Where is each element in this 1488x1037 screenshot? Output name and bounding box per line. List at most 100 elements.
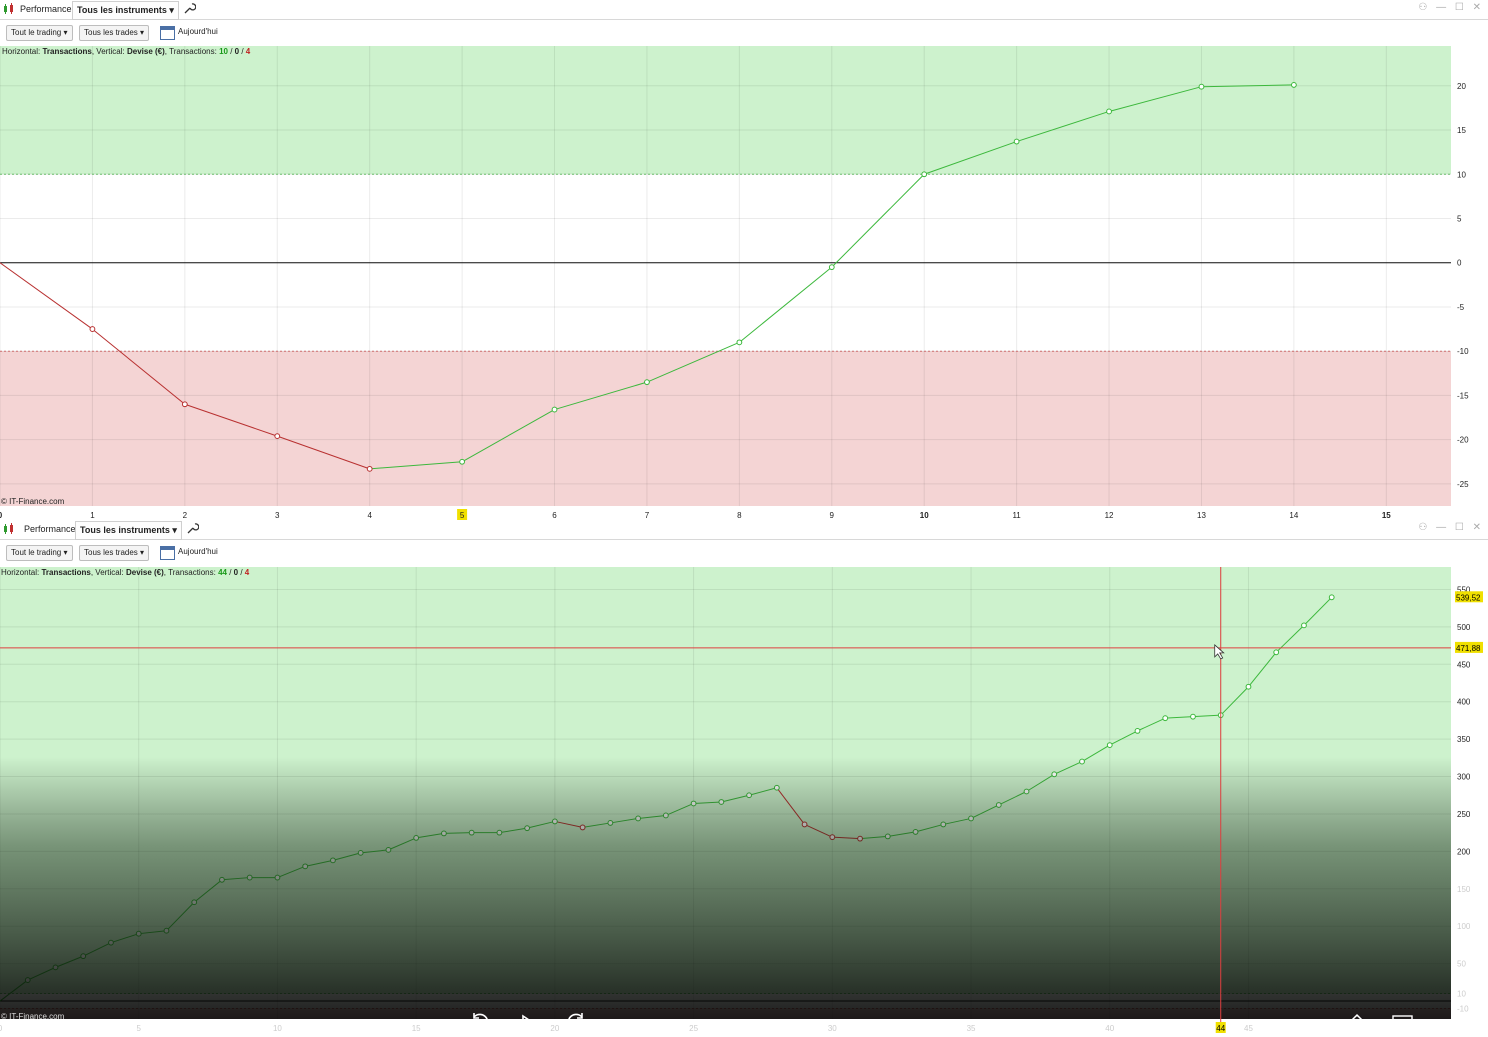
x-tick-label: 30 bbox=[828, 1024, 837, 1033]
y-tick-label: 50 bbox=[1457, 960, 1466, 969]
x-tick-label: 1 bbox=[90, 511, 95, 520]
x-tick-label: 25 bbox=[689, 1024, 698, 1033]
info-zero: 0 bbox=[234, 47, 240, 56]
x-tick-label: 20 bbox=[550, 1024, 559, 1033]
trading-filter-label: Tout le trading bbox=[11, 548, 62, 557]
chart-info-line: Horizontal: Transactions, Vertical: Devi… bbox=[2, 47, 251, 56]
y-tick-label: 20 bbox=[1457, 82, 1466, 91]
y-tick-label: -25 bbox=[1457, 480, 1469, 489]
y-value-marker-label: 539,52 bbox=[1456, 593, 1481, 602]
y-tick-label: -15 bbox=[1457, 391, 1469, 400]
y-tick-label: 100 bbox=[1457, 922, 1471, 931]
data-point bbox=[181, 401, 188, 408]
x-tick-label: 40 bbox=[1105, 1024, 1114, 1033]
pen-button[interactable] bbox=[1342, 1012, 1364, 1037]
y-tick-label: 0 bbox=[1457, 259, 1462, 268]
panel-tabbar: Performance Tous les instruments ▾ ⚇ — ☐… bbox=[0, 520, 1488, 540]
tab-performance[interactable]: Performance bbox=[16, 1, 76, 18]
equity-chart-top[interactable]: 20151050-5-10-15-20-25012345678910111213… bbox=[0, 45, 1488, 520]
x-tick-label: 5 bbox=[460, 511, 465, 520]
pip-icon bbox=[1392, 1015, 1413, 1030]
x-tick-label: 8 bbox=[737, 511, 742, 520]
trading-filter-dropdown[interactable]: Tout le trading ▾ bbox=[6, 25, 73, 41]
fade-overlay bbox=[0, 567, 1451, 1019]
x-tick-label: 35 bbox=[967, 1024, 976, 1033]
calendar-icon[interactable] bbox=[160, 26, 175, 40]
forward-seconds: 30 bbox=[569, 1020, 582, 1032]
forward-button[interactable]: 30 bbox=[566, 1012, 588, 1037]
info-zero: 0 bbox=[233, 568, 239, 577]
data-point bbox=[1290, 82, 1297, 88]
picture-in-picture-button[interactable] bbox=[1392, 1014, 1414, 1035]
panel-tabbar: Performance Tous les instruments ▾ ⚇ — ☐… bbox=[0, 0, 1488, 20]
instruments-dropdown[interactable]: Tous les instruments ▾ bbox=[75, 521, 182, 540]
data-point bbox=[1106, 108, 1112, 115]
y-axis-area bbox=[1451, 45, 1488, 520]
info-h-value: Transactions bbox=[42, 47, 92, 56]
y-tick-label: 500 bbox=[1457, 623, 1471, 632]
x-tick-label: 45 bbox=[1244, 1024, 1253, 1033]
x-tick-label: 7 bbox=[645, 511, 650, 520]
calendar-icon[interactable] bbox=[160, 546, 175, 560]
data-point bbox=[1198, 83, 1205, 90]
copyright-label: © IT-Finance.com bbox=[1, 1012, 65, 1021]
window-controls[interactable]: ⚇ — ☐ ✕ bbox=[1418, 522, 1484, 533]
trades-filter-label: Tous les trades bbox=[84, 28, 138, 37]
today-button[interactable]: Aujourd'hui bbox=[178, 545, 218, 559]
data-point bbox=[89, 326, 96, 332]
y-tick-label: 15 bbox=[1457, 126, 1466, 135]
fullscreen-button[interactable] bbox=[1440, 1012, 1462, 1037]
trades-filter-dropdown[interactable]: Tous les trades ▾ bbox=[79, 25, 150, 41]
y-tick-label: -20 bbox=[1457, 436, 1469, 445]
data-point bbox=[644, 379, 650, 386]
x-tick-label: 2 bbox=[183, 511, 188, 520]
y-tick-label: -10 bbox=[1457, 347, 1469, 356]
x-tick-label: 0 bbox=[0, 1024, 3, 1033]
info-v-prefix: Vertical: bbox=[95, 568, 124, 577]
x-tick-label: 44 bbox=[1216, 1024, 1225, 1033]
x-tick-label: 15 bbox=[1382, 511, 1391, 520]
info-t-prefix: Transactions: bbox=[168, 568, 216, 577]
tab-performance[interactable]: Performance bbox=[20, 521, 80, 538]
performance-panel-top: Performance Tous les instruments ▾ ⚇ — ☐… bbox=[0, 0, 1488, 520]
y-tick-label: 350 bbox=[1457, 735, 1471, 744]
candlestick-icon bbox=[4, 523, 13, 534]
wrench-icon[interactable] bbox=[185, 522, 199, 536]
x-tick-label: 10 bbox=[920, 511, 929, 520]
data-point bbox=[274, 433, 281, 440]
candlestick-icon bbox=[4, 3, 13, 14]
data-point bbox=[921, 171, 928, 178]
y-value-marker-label: 471,88 bbox=[1456, 644, 1481, 653]
data-point bbox=[366, 465, 373, 472]
y-tick-label: 5 bbox=[1457, 215, 1462, 224]
data-point bbox=[551, 406, 558, 413]
wrench-icon[interactable] bbox=[182, 2, 196, 16]
rewind-button[interactable]: 10 bbox=[468, 1012, 490, 1037]
info-wins: 44 bbox=[218, 568, 227, 577]
y-tick-label: 450 bbox=[1457, 660, 1471, 669]
trading-filter-dropdown[interactable]: Tout le trading ▾ bbox=[6, 545, 73, 561]
x-tick-label: 0 bbox=[0, 511, 3, 520]
window-controls[interactable]: ⚇ — ☐ ✕ bbox=[1418, 2, 1484, 13]
y-tick-label: 300 bbox=[1457, 773, 1471, 782]
pen-icon bbox=[1345, 1013, 1363, 1031]
chart-info-line: Horizontal: Transactions, Vertical: Devi… bbox=[1, 568, 250, 577]
info-losses: 4 bbox=[245, 47, 251, 56]
trades-filter-dropdown[interactable]: Tous les trades ▾ bbox=[79, 545, 150, 561]
today-button[interactable]: Aujourd'hui bbox=[178, 25, 218, 39]
info-h-value: Transactions bbox=[41, 568, 91, 577]
panel-toolbar: Tout le trading ▾ Tous les trades ▾ Aujo… bbox=[0, 20, 1488, 45]
info-v-value: Devise (€) bbox=[127, 47, 165, 56]
equity-chart-bottom[interactable]: 5505004504003503002502001501005010-10539… bbox=[0, 566, 1488, 1034]
copyright-label: © IT-Finance.com bbox=[1, 497, 65, 506]
expand-icon bbox=[1443, 1015, 1459, 1031]
y-tick-label: -5 bbox=[1457, 303, 1465, 312]
instruments-dropdown[interactable]: Tous les instruments ▾ bbox=[72, 1, 179, 20]
x-tick-label: 14 bbox=[1289, 511, 1298, 520]
x-tick-label: 9 bbox=[830, 511, 835, 520]
info-wins: 10 bbox=[219, 47, 228, 56]
y-tick-label: 10 bbox=[1457, 170, 1466, 179]
info-losses: 4 bbox=[244, 568, 250, 577]
info-v-value: Devise (€) bbox=[126, 568, 164, 577]
y-tick-label: 10 bbox=[1457, 990, 1466, 999]
